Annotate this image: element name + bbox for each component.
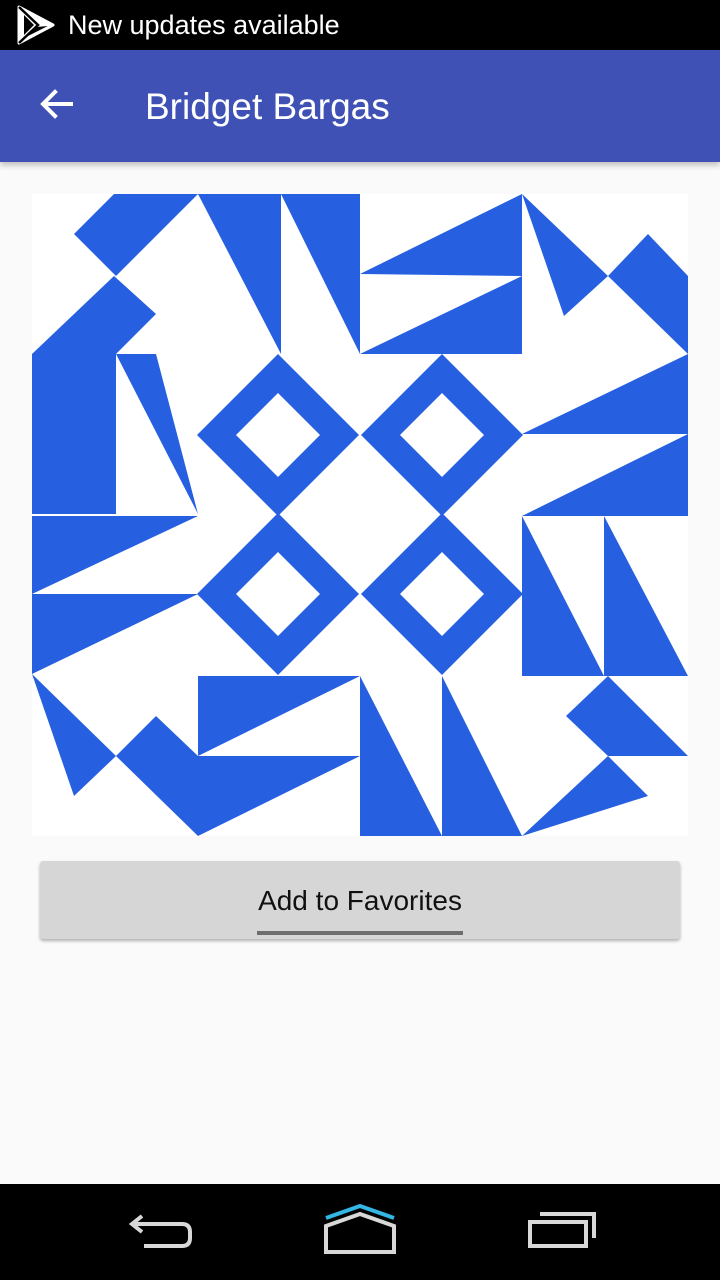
nav-home-button[interactable] [300, 1194, 420, 1270]
identicon-diamond [197, 354, 359, 516]
back-button[interactable] [24, 78, 88, 134]
identicon-shape [608, 234, 688, 354]
identicon-shape [198, 676, 360, 756]
notification-text: New updates available [68, 10, 340, 40]
play-store-icon [16, 5, 56, 45]
identicon-diamond [361, 354, 523, 516]
app-bar: Bridget Bargas [0, 50, 720, 162]
identicon-diamond [197, 513, 359, 675]
arrow-back-icon [38, 86, 74, 127]
identicon-shape [442, 676, 522, 836]
nav-back-icon [124, 1210, 196, 1255]
identicon-shape [116, 716, 198, 836]
identicon-shape [74, 194, 198, 276]
page-title: Bridget Bargas [145, 86, 390, 127]
identicon-shape [360, 676, 442, 836]
identicon-shape [522, 516, 604, 676]
identicon-shape [198, 194, 281, 354]
add-to-favorites-button[interactable]: Add to Favorites [40, 861, 680, 939]
button-focus-underline [257, 931, 463, 935]
identicon-shape [604, 516, 688, 676]
identicon-shape [32, 674, 116, 796]
identicon-shape [32, 594, 198, 674]
identicon-shape [281, 194, 360, 354]
identicon-shape [360, 276, 522, 354]
identicon-diamond [361, 513, 523, 675]
identicon-shape [360, 194, 522, 276]
identicon-shape [522, 194, 608, 316]
identicon-shape [116, 354, 198, 514]
identicon-shape [32, 354, 116, 514]
identicon-shape [522, 434, 688, 516]
identicon-shape [198, 756, 360, 836]
status-bar: New updates available [0, 0, 720, 50]
identicon-shape [522, 756, 648, 836]
identicon-avatar [32, 194, 688, 836]
identicon-shape [566, 676, 688, 756]
avatar-image [32, 194, 688, 836]
nav-recents-button[interactable] [502, 1194, 622, 1270]
nav-home-icon [322, 1203, 398, 1261]
identicon-shape [32, 516, 198, 594]
add-to-favorites-label: Add to Favorites [258, 885, 462, 916]
nav-recents-icon [526, 1210, 598, 1255]
navigation-bar [0, 1184, 720, 1280]
nav-back-button[interactable] [100, 1194, 220, 1270]
identicon-shape [32, 276, 156, 354]
identicon-shape [522, 354, 688, 434]
